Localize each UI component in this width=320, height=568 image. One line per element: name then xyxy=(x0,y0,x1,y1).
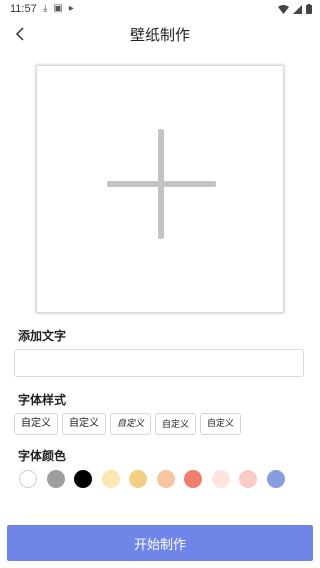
color-swatch-black[interactable] xyxy=(74,470,92,488)
download-icon: ⤓ xyxy=(43,3,48,14)
font-option[interactable]: 自定义 xyxy=(14,413,58,435)
status-time: 11:57 xyxy=(10,3,37,15)
color-swatch-yellow[interactable] xyxy=(129,470,147,488)
notification-icons: ⤓ ▣ ▸ xyxy=(43,3,74,14)
color-swatch-coral[interactable] xyxy=(184,470,202,488)
text-input[interactable] xyxy=(14,349,304,377)
font-style-label: 字体样式 xyxy=(18,393,67,407)
font-color-label: 字体颜色 xyxy=(18,449,67,463)
wifi-icon xyxy=(278,4,289,14)
status-bar: 11:57 ⤓ ▣ ▸ xyxy=(0,0,320,18)
page-title: 壁纸制作 xyxy=(129,26,190,44)
color-options xyxy=(19,470,285,488)
color-swatch-blue[interactable] xyxy=(266,470,285,488)
add-text-label: 添加文字 xyxy=(18,329,67,343)
font-style-options: 自定义 自定义 自定义 自定义 自定义 xyxy=(14,413,242,435)
color-swatch-light-yellow[interactable] xyxy=(101,470,120,488)
plus-icon-vertical xyxy=(158,129,164,239)
color-swatch-gray[interactable] xyxy=(46,470,65,488)
font-option[interactable]: 自定义 xyxy=(62,413,106,435)
battery-icon xyxy=(306,4,312,14)
start-button[interactable]: 开始制作 xyxy=(7,525,313,561)
app-icon: ▣ xyxy=(53,3,63,14)
font-option[interactable]: 自定义 xyxy=(155,413,197,435)
system-icons xyxy=(278,4,312,14)
color-swatch-pink[interactable] xyxy=(239,470,257,488)
color-swatch-peach[interactable] xyxy=(156,470,175,488)
font-option[interactable]: 自定义 xyxy=(200,413,242,435)
play-icon: ▸ xyxy=(68,3,74,14)
color-swatch-light-pink[interactable] xyxy=(211,470,230,488)
color-swatch-white[interactable] xyxy=(19,470,37,488)
signal-icon xyxy=(293,4,302,14)
font-option[interactable]: 自定义 xyxy=(110,413,152,435)
image-picker[interactable] xyxy=(36,65,284,313)
toolbar: 壁纸制作 xyxy=(0,20,320,48)
